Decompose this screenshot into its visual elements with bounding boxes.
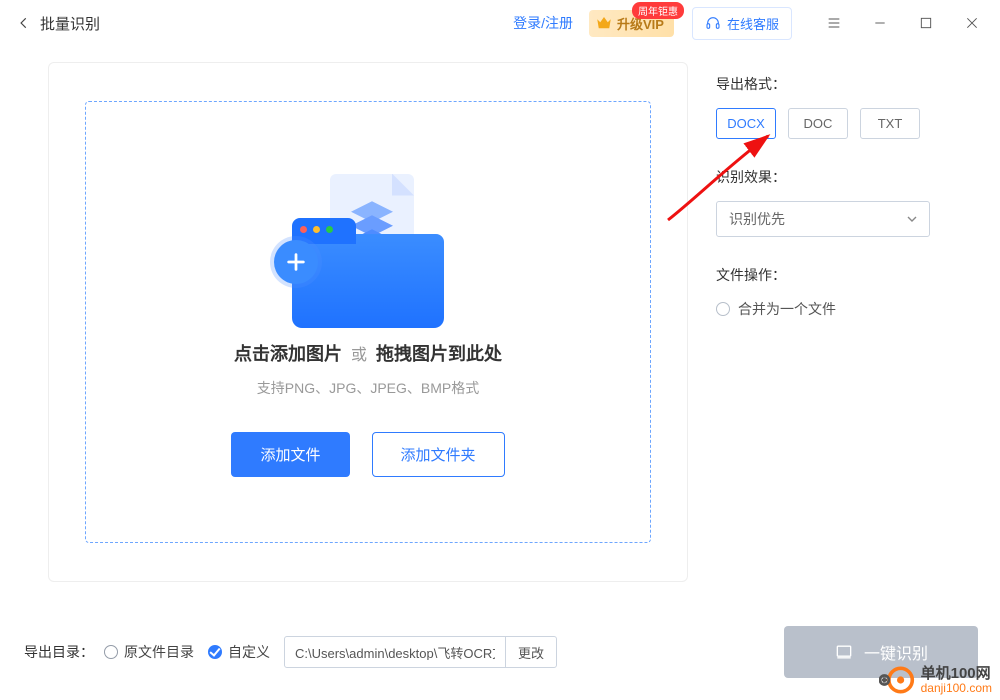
export-dir-label: 导出目录：	[24, 642, 94, 662]
login-register-link[interactable]: 登录/注册	[513, 13, 573, 33]
radio-checked-icon	[208, 645, 222, 659]
dropzone-subtitle: 支持PNG、JPG、JPEG、BMP格式	[257, 378, 479, 398]
dropzone-title: 点击添加图片 或 拖拽图片到此处	[234, 340, 502, 366]
recognition-effect-value: 识别优先	[729, 209, 785, 229]
maximize-button[interactable]	[914, 11, 938, 35]
change-path-button[interactable]: 更改	[505, 637, 556, 667]
upgrade-vip-button[interactable]: 周年钜惠 升级VIP	[589, 10, 674, 37]
minimize-button[interactable]	[868, 11, 892, 35]
vip-crown-icon	[595, 14, 613, 32]
radio-icon	[104, 645, 118, 659]
vip-promo-badge: 周年钜惠	[632, 2, 684, 19]
site-watermark: 单机100网 danji100.com	[879, 662, 992, 698]
plus-circle-icon	[274, 240, 318, 284]
menu-button[interactable]	[822, 11, 846, 35]
radio-unchecked-icon	[716, 302, 730, 316]
export-path-input[interactable]	[285, 645, 505, 660]
add-folder-button[interactable]: 添加文件夹	[372, 432, 505, 477]
side-panel: 导出格式： DOCX DOC TXT 识别效果： 识别优先 文件操作： 合并为一…	[716, 62, 982, 582]
format-docx[interactable]: DOCX	[716, 108, 776, 139]
file-operation-label: 文件操作：	[716, 265, 982, 285]
format-doc[interactable]: DOC	[788, 108, 848, 139]
online-support-button[interactable]: 在线客服	[692, 7, 792, 40]
scanner-icon	[834, 642, 854, 662]
recognition-effect-select[interactable]: 识别优先	[716, 201, 930, 237]
page-title: 批量识别	[40, 13, 100, 34]
merge-one-file-label: 合并为一个文件	[738, 299, 836, 319]
export-path-box: 更改	[284, 636, 557, 668]
watermark-logo-icon	[879, 662, 915, 698]
chevron-down-icon	[907, 214, 917, 224]
support-label: 在线客服	[727, 14, 779, 33]
back-button[interactable]	[10, 9, 38, 37]
export-format-label: 导出格式：	[716, 74, 982, 94]
headset-icon	[705, 15, 721, 31]
add-file-button[interactable]: 添加文件	[231, 432, 349, 477]
export-dir-custom-option[interactable]: 自定义	[208, 642, 270, 662]
main-panel: 点击添加图片 或 拖拽图片到此处 支持PNG、JPG、JPEG、BMP格式 添加…	[48, 62, 688, 582]
dropzone-illustration	[278, 168, 458, 328]
export-dir-original-option[interactable]: 原文件目录	[104, 642, 194, 662]
close-button[interactable]	[960, 11, 984, 35]
recognition-effect-label: 识别效果：	[716, 167, 982, 187]
dropzone[interactable]: 点击添加图片 或 拖拽图片到此处 支持PNG、JPG、JPEG、BMP格式 添加…	[85, 101, 651, 543]
format-txt[interactable]: TXT	[860, 108, 920, 139]
watermark-line1: 单机100网	[921, 666, 992, 682]
watermark-line2: danji100.com	[921, 682, 992, 695]
merge-one-file-option[interactable]: 合并为一个文件	[716, 299, 982, 319]
